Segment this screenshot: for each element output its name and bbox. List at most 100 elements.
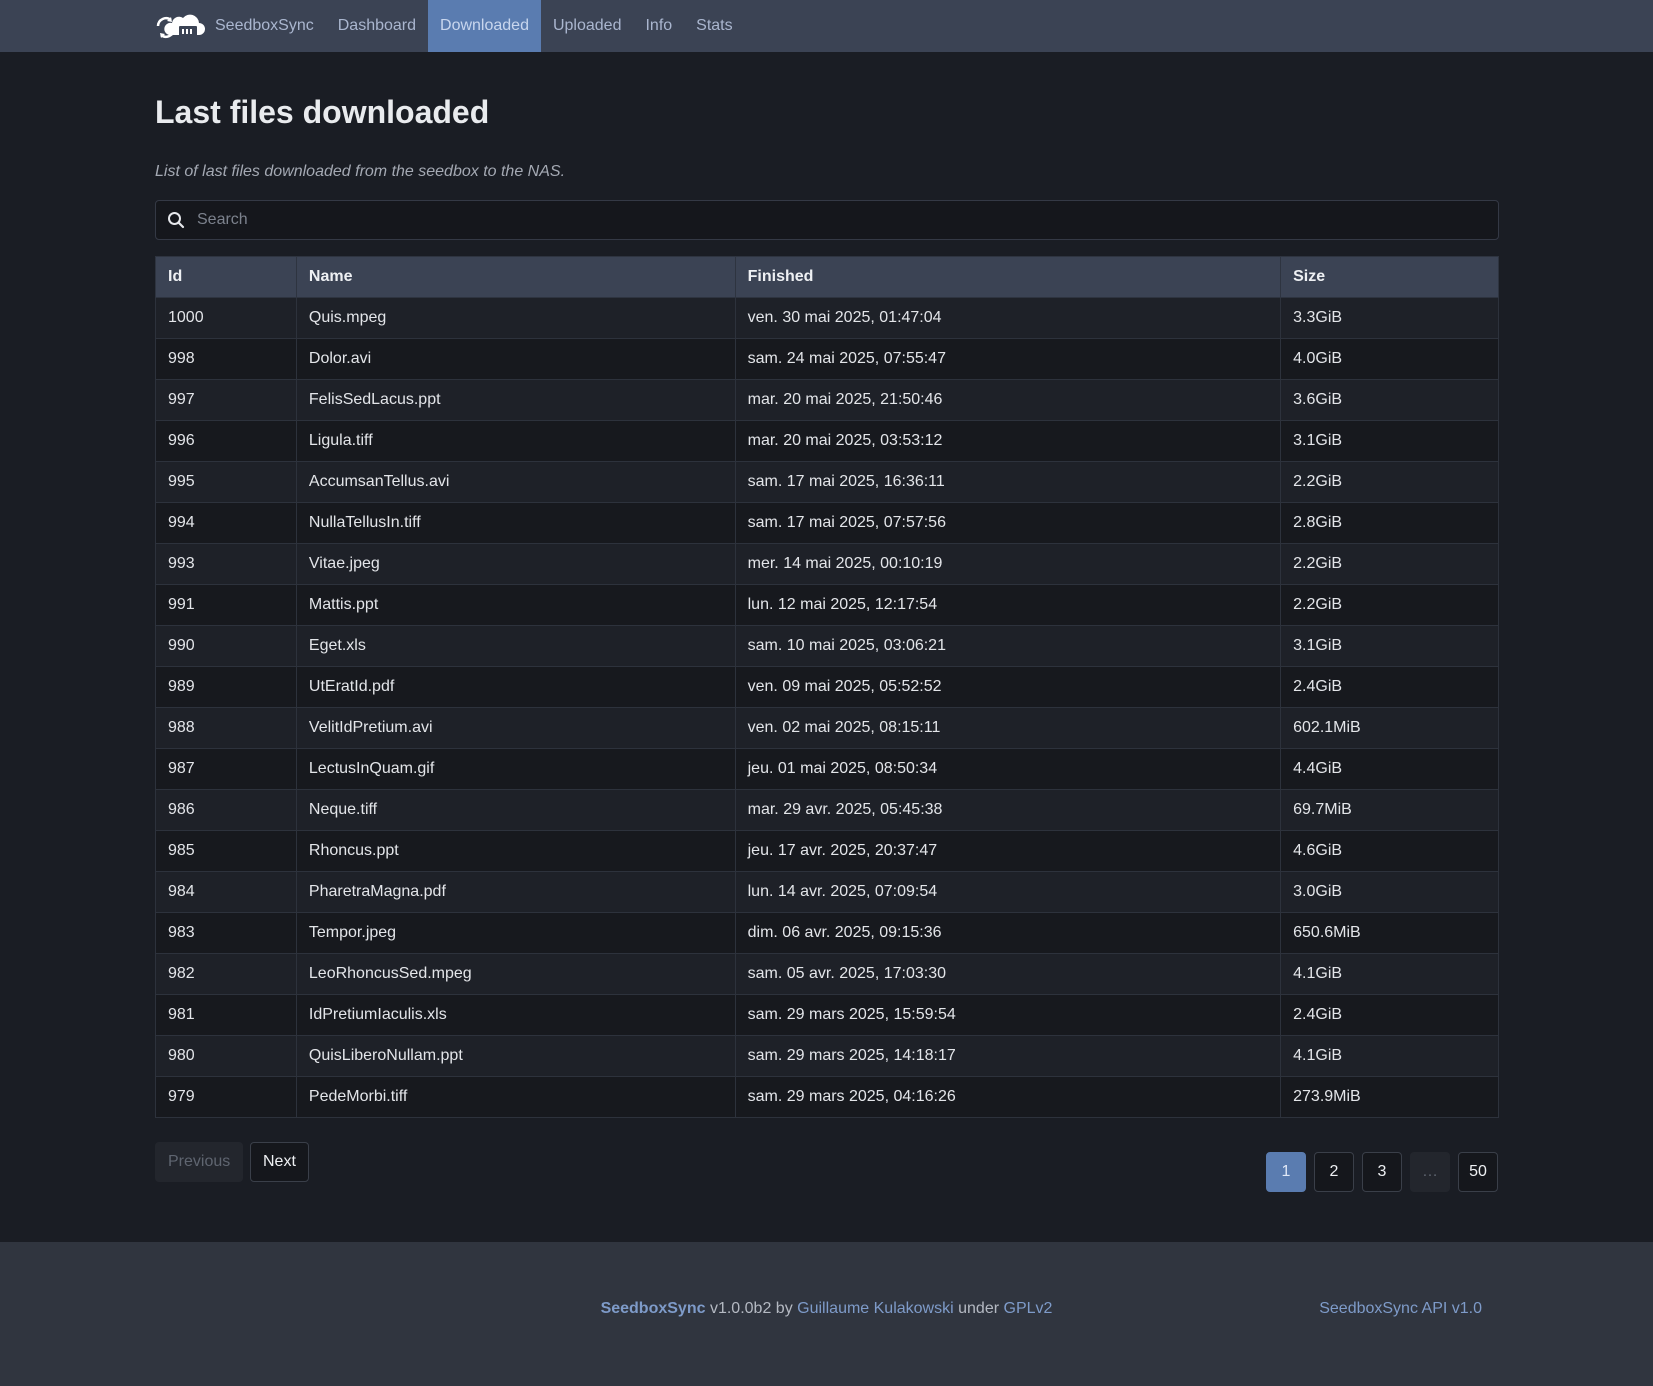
- table-row[interactable]: 998 Dolor.avi sam. 24 mai 2025, 07:55:47 4.…: [155, 338, 1499, 380]
- page-button-3[interactable]: 3: [1362, 1152, 1402, 1192]
- navbar-brand[interactable]: SeedboxSync: [155, 0, 314, 52]
- cell-finished: dim. 06 avr. 2025, 09:15:36: [734, 912, 1282, 954]
- footer-brand-link[interactable]: SeedboxSync: [601, 1300, 706, 1317]
- cell-size: 3.6GiB: [1280, 379, 1499, 421]
- column-header-finished[interactable]: Finished: [734, 256, 1282, 298]
- cell-name: Vitae.jpeg: [295, 543, 736, 585]
- table-row[interactable]: 991 Mattis.ppt lun. 12 mai 2025, 12:17:54 2…: [155, 584, 1499, 626]
- cell-id: 984: [155, 871, 297, 913]
- cell-name: LeoRhoncusSed.mpeg: [295, 953, 736, 995]
- footer-under-text: under: [958, 1300, 1000, 1317]
- cell-size: 69.7MiB: [1280, 789, 1499, 831]
- cell-size: 4.1GiB: [1280, 953, 1499, 995]
- cell-finished: jeu. 17 avr. 2025, 20:37:47: [734, 830, 1282, 872]
- table-row[interactable]: 984 PharetraMagna.pdf lun. 14 avr. 2025, 0…: [155, 871, 1499, 913]
- cell-name: LectusInQuam.gif: [295, 748, 736, 790]
- cell-size: 4.0GiB: [1280, 338, 1499, 380]
- search-input[interactable]: [195, 201, 1498, 239]
- table-row[interactable]: 1000 Quis.mpeg ven. 30 mai 2025, 01:47:04 3…: [155, 297, 1499, 339]
- top-navbar: SeedboxSync Dashboard Downloaded Uploade…: [0, 0, 1653, 52]
- table-row[interactable]: 994 NullaTellusIn.tiff sam. 17 mai 2025, 0…: [155, 502, 1499, 544]
- cell-name: PedeMorbi.tiff: [295, 1076, 736, 1118]
- footer: SeedboxSync v1.0.0b2 by Guillaume Kulako…: [0, 1242, 1653, 1386]
- footer-author-link[interactable]: Guillaume Kulakowski: [797, 1300, 954, 1317]
- table-row[interactable]: 980 QuisLiberoNullam.ppt sam. 29 mars 2025…: [155, 1035, 1499, 1077]
- page-button-50[interactable]: 50: [1458, 1152, 1498, 1192]
- cell-size: 2.8GiB: [1280, 502, 1499, 544]
- brand-name: SeedboxSync: [215, 17, 314, 34]
- cell-finished: ven. 02 mai 2025, 08:15:11: [734, 707, 1282, 749]
- cell-name: VelitIdPretium.avi: [295, 707, 736, 749]
- table-row[interactable]: 983 Tempor.jpeg dim. 06 avr. 2025, 09:15:3…: [155, 912, 1499, 954]
- footer-version: v1.0.0b2: [709, 1300, 772, 1317]
- cell-finished: mar. 29 avr. 2025, 05:45:38: [734, 789, 1282, 831]
- table-row[interactable]: 997 FelisSedLacus.ppt mar. 20 mai 2025, 21…: [155, 379, 1499, 421]
- table-row[interactable]: 981 IdPretiumIaculis.xls sam. 29 mars 2025…: [155, 994, 1499, 1036]
- cell-id: 993: [155, 543, 297, 585]
- cell-id: 989: [155, 666, 297, 708]
- table-row[interactable]: 987 LectusInQuam.gif jeu. 01 mai 2025, 08:…: [155, 748, 1499, 790]
- navbar-content: SeedboxSync Dashboard Downloaded Uploade…: [155, 0, 745, 52]
- cell-size: 4.6GiB: [1280, 830, 1499, 872]
- table-row[interactable]: 993 Vitae.jpeg mer. 14 mai 2025, 00:10:19 2…: [155, 543, 1499, 585]
- cell-id: 1000: [155, 297, 297, 339]
- cell-finished: ven. 30 mai 2025, 01:47:04: [734, 297, 1282, 339]
- table-row[interactable]: 986 Neque.tiff mar. 29 avr. 2025, 05:45:38…: [155, 789, 1499, 831]
- cell-id: 985: [155, 830, 297, 872]
- cell-finished: ven. 09 mai 2025, 05:52:52: [734, 666, 1282, 708]
- footer-license-link[interactable]: GPLv2: [1004, 1300, 1053, 1317]
- cell-finished: sam. 05 avr. 2025, 17:03:30: [734, 953, 1282, 995]
- cell-finished: sam. 10 mai 2025, 03:06:21: [734, 625, 1282, 667]
- nav-link-downloaded[interactable]: Downloaded: [428, 0, 541, 52]
- cell-id: 996: [155, 420, 297, 462]
- cell-finished: lun. 12 mai 2025, 12:17:54: [734, 584, 1282, 626]
- cell-name: Rhoncus.ppt: [295, 830, 736, 872]
- next-button[interactable]: Next: [250, 1142, 309, 1182]
- cell-name: Neque.tiff: [295, 789, 736, 831]
- cell-name: FelisSedLacus.ppt: [295, 379, 736, 421]
- table-row[interactable]: 988 VelitIdPretium.avi ven. 02 mai 2025, 0…: [155, 707, 1499, 749]
- table-row[interactable]: 996 Ligula.tiff mar. 20 mai 2025, 03:53:12…: [155, 420, 1499, 462]
- footer-api-link[interactable]: SeedboxSync API v1.0: [1319, 1300, 1482, 1318]
- cell-finished: mar. 20 mai 2025, 03:53:12: [734, 420, 1282, 462]
- column-header-name[interactable]: Name: [295, 256, 736, 298]
- cell-name: AccumsanTellus.avi: [295, 461, 736, 503]
- nav-link-stats[interactable]: Stats: [684, 0, 744, 52]
- column-header-size[interactable]: Size: [1280, 256, 1499, 298]
- table-row[interactable]: 985 Rhoncus.ppt jeu. 17 avr. 2025, 20:37:4…: [155, 830, 1499, 872]
- cell-id: 994: [155, 502, 297, 544]
- cell-size: 3.0GiB: [1280, 871, 1499, 913]
- cell-size: 2.2GiB: [1280, 543, 1499, 585]
- page-button-1[interactable]: 1: [1266, 1152, 1306, 1192]
- table-body: 1000 Quis.mpeg ven. 30 mai 2025, 01:47:04 3…: [155, 297, 1499, 1118]
- cell-id: 998: [155, 338, 297, 380]
- cell-name: UtEratId.pdf: [295, 666, 736, 708]
- cell-name: Eget.xls: [295, 625, 736, 667]
- cell-finished: lun. 14 avr. 2025, 07:09:54: [734, 871, 1282, 913]
- cell-id: 997: [155, 379, 297, 421]
- page-title: Last files downloaded: [155, 94, 490, 130]
- cell-name: Tempor.jpeg: [295, 912, 736, 954]
- cell-finished: jeu. 01 mai 2025, 08:50:34: [734, 748, 1282, 790]
- table-row[interactable]: 982 LeoRhoncusSed.mpeg sam. 05 avr. 2025, …: [155, 953, 1499, 995]
- previous-button[interactable]: Previous: [155, 1142, 244, 1182]
- nav-link-dashboard[interactable]: Dashboard: [326, 0, 428, 52]
- cell-finished: sam. 24 mai 2025, 07:55:47: [734, 338, 1282, 380]
- cell-id: 986: [155, 789, 297, 831]
- cell-finished: sam. 17 mai 2025, 07:57:56: [734, 502, 1282, 544]
- page-button-2[interactable]: 2: [1314, 1152, 1354, 1192]
- cell-id: 990: [155, 625, 297, 667]
- cell-size: 4.4GiB: [1280, 748, 1499, 790]
- column-header-id[interactable]: Id: [155, 256, 297, 298]
- cell-size: 2.4GiB: [1280, 666, 1499, 708]
- table-row[interactable]: 990 Eget.xls sam. 10 mai 2025, 03:06:21 3.1…: [155, 625, 1499, 667]
- nav-link-uploaded[interactable]: Uploaded: [541, 0, 634, 52]
- table-row[interactable]: 979 PedeMorbi.tiff sam. 29 mars 2025, 04:1…: [155, 1076, 1499, 1118]
- search-box: [155, 200, 1499, 240]
- cell-id: 995: [155, 461, 297, 503]
- table-row[interactable]: 989 UtEratId.pdf ven. 09 mai 2025, 05:52:5…: [155, 666, 1499, 708]
- cell-size: 3.3GiB: [1280, 297, 1499, 339]
- cell-finished: sam. 29 mars 2025, 15:59:54: [734, 994, 1282, 1036]
- nav-link-info[interactable]: Info: [633, 0, 684, 52]
- table-row[interactable]: 995 AccumsanTellus.avi sam. 17 mai 2025, 1…: [155, 461, 1499, 503]
